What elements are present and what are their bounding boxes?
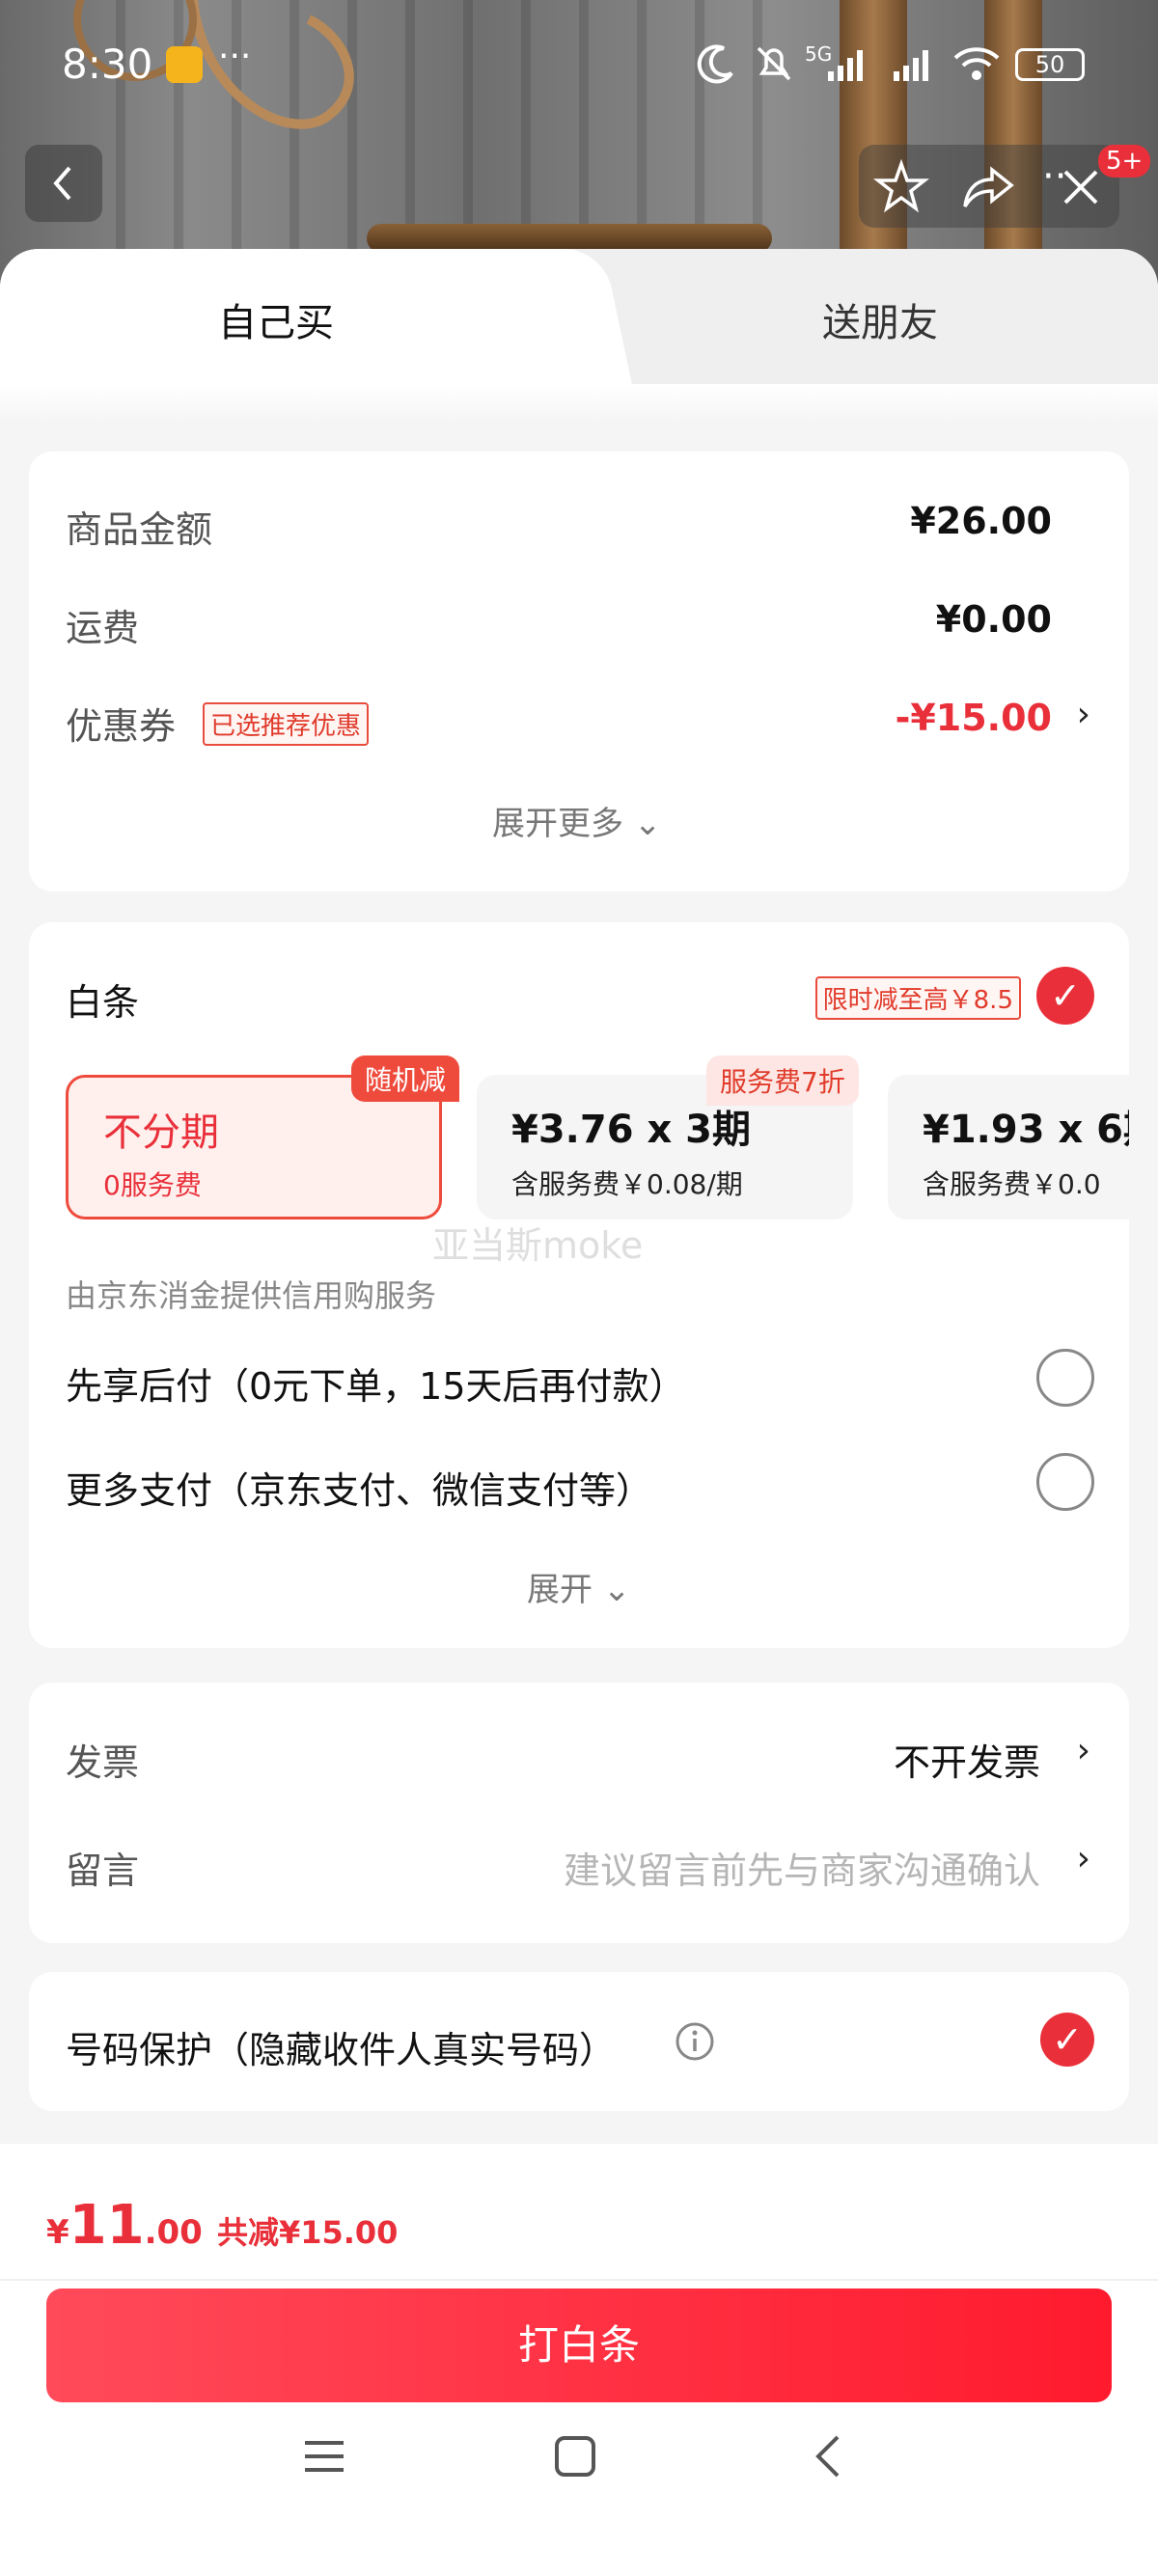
back-icon: [53, 166, 71, 201]
baitiao-title: 白条: [66, 981, 140, 1024]
option-6-installments[interactable]: ¥1.93 x 6期 含服务费￥0.0: [888, 1075, 1129, 1219]
checkout-sheet: 送朋友 自己买 商品金额 ¥26.00 运费 ¥0.00 优惠券 已选推荐优惠 …: [0, 249, 1158, 2576]
option-title: 不分期: [103, 1110, 219, 1155]
baitiao-promo-tag: 限时减至高￥8.5: [814, 976, 1021, 1020]
moon-icon: [697, 44, 733, 84]
option-title: ¥3.76 x 3期: [511, 1108, 752, 1152]
notification-badge: 5+: [1098, 145, 1151, 178]
status-bar: 8:30 ··· 5G 50: [0, 0, 1158, 125]
expand-more-button[interactable]: 展开更多 ⌄: [492, 797, 661, 844]
signal-icon-2: [894, 50, 928, 81]
battery-icon: 50: [1015, 48, 1085, 81]
pay-baitiao-button[interactable]: 打白条: [46, 2288, 1112, 2402]
coupon-chevron-icon: ›: [1076, 695, 1090, 734]
privacy-label: 号码保护（隐藏收件人真实号码）: [66, 2029, 617, 2071]
random-discount-badge: 随机减: [351, 1055, 460, 1102]
credit-provider-note: 由京东消金提供信用购服务: [66, 1277, 437, 1314]
expand-more-label: 展开更多: [492, 805, 623, 843]
message-placeholder: 建议留言前先与商家沟通确认: [563, 1850, 1040, 1892]
coupon-label: 优惠券: [66, 705, 177, 748]
app-notification-icon: [166, 46, 203, 83]
nav-back-icon[interactable]: [807, 2433, 853, 2480]
invoice-label: 发票: [66, 1741, 140, 1784]
pay-later-label: 先享后付（0元下单，15天后再付款）: [66, 1365, 686, 1408]
option-sub: 0服务费: [103, 1169, 202, 1201]
coupon-tag: 已选推荐优惠: [203, 702, 370, 746]
menu-icon[interactable]: [301, 2433, 347, 2480]
total-saved: 共减¥15.00: [216, 2214, 399, 2251]
more-payment-radio[interactable]: [1036, 1453, 1094, 1511]
footer-bar: ¥11.00 共减¥15.00 打白条: [0, 2144, 1158, 2576]
option-sub: 含服务费￥0.0: [923, 1168, 1101, 1200]
option-title: ¥1.93 x 6期: [923, 1108, 1129, 1152]
back-button[interactable]: [25, 145, 102, 222]
installment-options: 不分期 0服务费 随机减 ¥3.76 x 3期 含服务费￥0.08/期 服务费7…: [66, 1055, 1129, 1229]
check-icon: ✓: [1052, 2018, 1083, 2061]
goods-amount-value: ¥26.00: [910, 500, 1052, 542]
option-sub: 含服务费￥0.08/期: [511, 1168, 743, 1200]
more-payment-row[interactable]: 更多支付（京东支付、微信支付等）: [29, 1432, 1129, 1528]
price-currency: ¥: [46, 2213, 69, 2252]
price-decimal: .00: [144, 2213, 203, 2252]
mute-bell-icon: [757, 46, 791, 81]
invoice-chevron-icon: ›: [1076, 1731, 1090, 1770]
divider: [0, 2279, 1158, 2281]
tab-content-bg: [0, 384, 1158, 423]
invoice-card: 发票 不开发票 › 留言 建议留言前先与商家沟通确认 ›: [29, 1683, 1129, 1943]
more-payment-label: 更多支付（京东支付、微信支付等）: [66, 1469, 653, 1512]
shipping-value: ¥0.00: [935, 598, 1052, 641]
watermark: 亚当斯moke: [432, 1224, 644, 1267]
total-price: ¥11.00 共减¥15.00: [46, 2194, 398, 2257]
coupon-value: -¥15.00: [895, 697, 1052, 739]
invoice-row[interactable]: 发票 不开发票 ›: [29, 1698, 1129, 1804]
expand-payment-button[interactable]: 展开 ⌄: [527, 1563, 630, 1610]
pay-later-radio[interactable]: [1036, 1349, 1094, 1407]
check-icon: ✓: [1050, 974, 1081, 1017]
home-icon[interactable]: [552, 2433, 598, 2480]
chevron-down-icon: ⌄: [633, 805, 662, 843]
baitiao-selected-check[interactable]: ✓: [1036, 967, 1094, 1025]
more-notifications: ···: [218, 37, 252, 76]
clock: 8:30: [62, 41, 153, 88]
privacy-check[interactable]: ✓: [1040, 2013, 1094, 2067]
expand-payment-label: 展开: [527, 1571, 593, 1609]
chevron-down-icon: ⌄: [602, 1571, 631, 1609]
star-icon[interactable]: [872, 158, 930, 216]
message-chevron-icon: ›: [1076, 1839, 1090, 1878]
message-row[interactable]: 留言 建议留言前先与商家沟通确认 ›: [29, 1806, 1129, 1912]
message-label: 留言: [66, 1850, 140, 1892]
invoice-value: 不开发票: [893, 1741, 1040, 1784]
wifi-icon: [953, 47, 1000, 80]
price-summary-card: 商品金额 ¥26.00 运费 ¥0.00 优惠券 已选推荐优惠 -¥15.00 …: [29, 452, 1129, 891]
privacy-card: 号码保护（隐藏收件人真实号码） ✓: [29, 1972, 1129, 2111]
tab-self[interactable]: 自己买: [0, 249, 598, 384]
goods-amount-label: 商品金额: [66, 508, 213, 551]
close-icon[interactable]: [1060, 166, 1102, 208]
share-icon[interactable]: [959, 158, 1017, 216]
coupon-row[interactable]: 优惠券 已选推荐优惠 -¥15.00 ›: [29, 679, 1129, 756]
header-actions: ··: [859, 145, 1119, 228]
pay-baitiao-label: 打白条: [517, 2321, 640, 2369]
tab-self-label: 自己买: [218, 301, 334, 345]
tab-gift-label: 送朋友: [822, 301, 938, 345]
price-integer: 11: [69, 2194, 145, 2257]
shipping-label: 运费: [66, 607, 140, 649]
payment-card: 白条 限时减至高￥8.5 ✓ 不分期 0服务费 随机减 ¥3.76 x 3期 含…: [29, 922, 1129, 1648]
battery-level: 50: [1034, 51, 1065, 78]
pay-later-row[interactable]: 先享后付（0元下单，15天后再付款）: [29, 1328, 1129, 1424]
signal-icon-1: [828, 50, 863, 81]
info-icon[interactable]: [674, 2020, 716, 2063]
service-discount-badge: 服务费7折: [706, 1055, 859, 1106]
